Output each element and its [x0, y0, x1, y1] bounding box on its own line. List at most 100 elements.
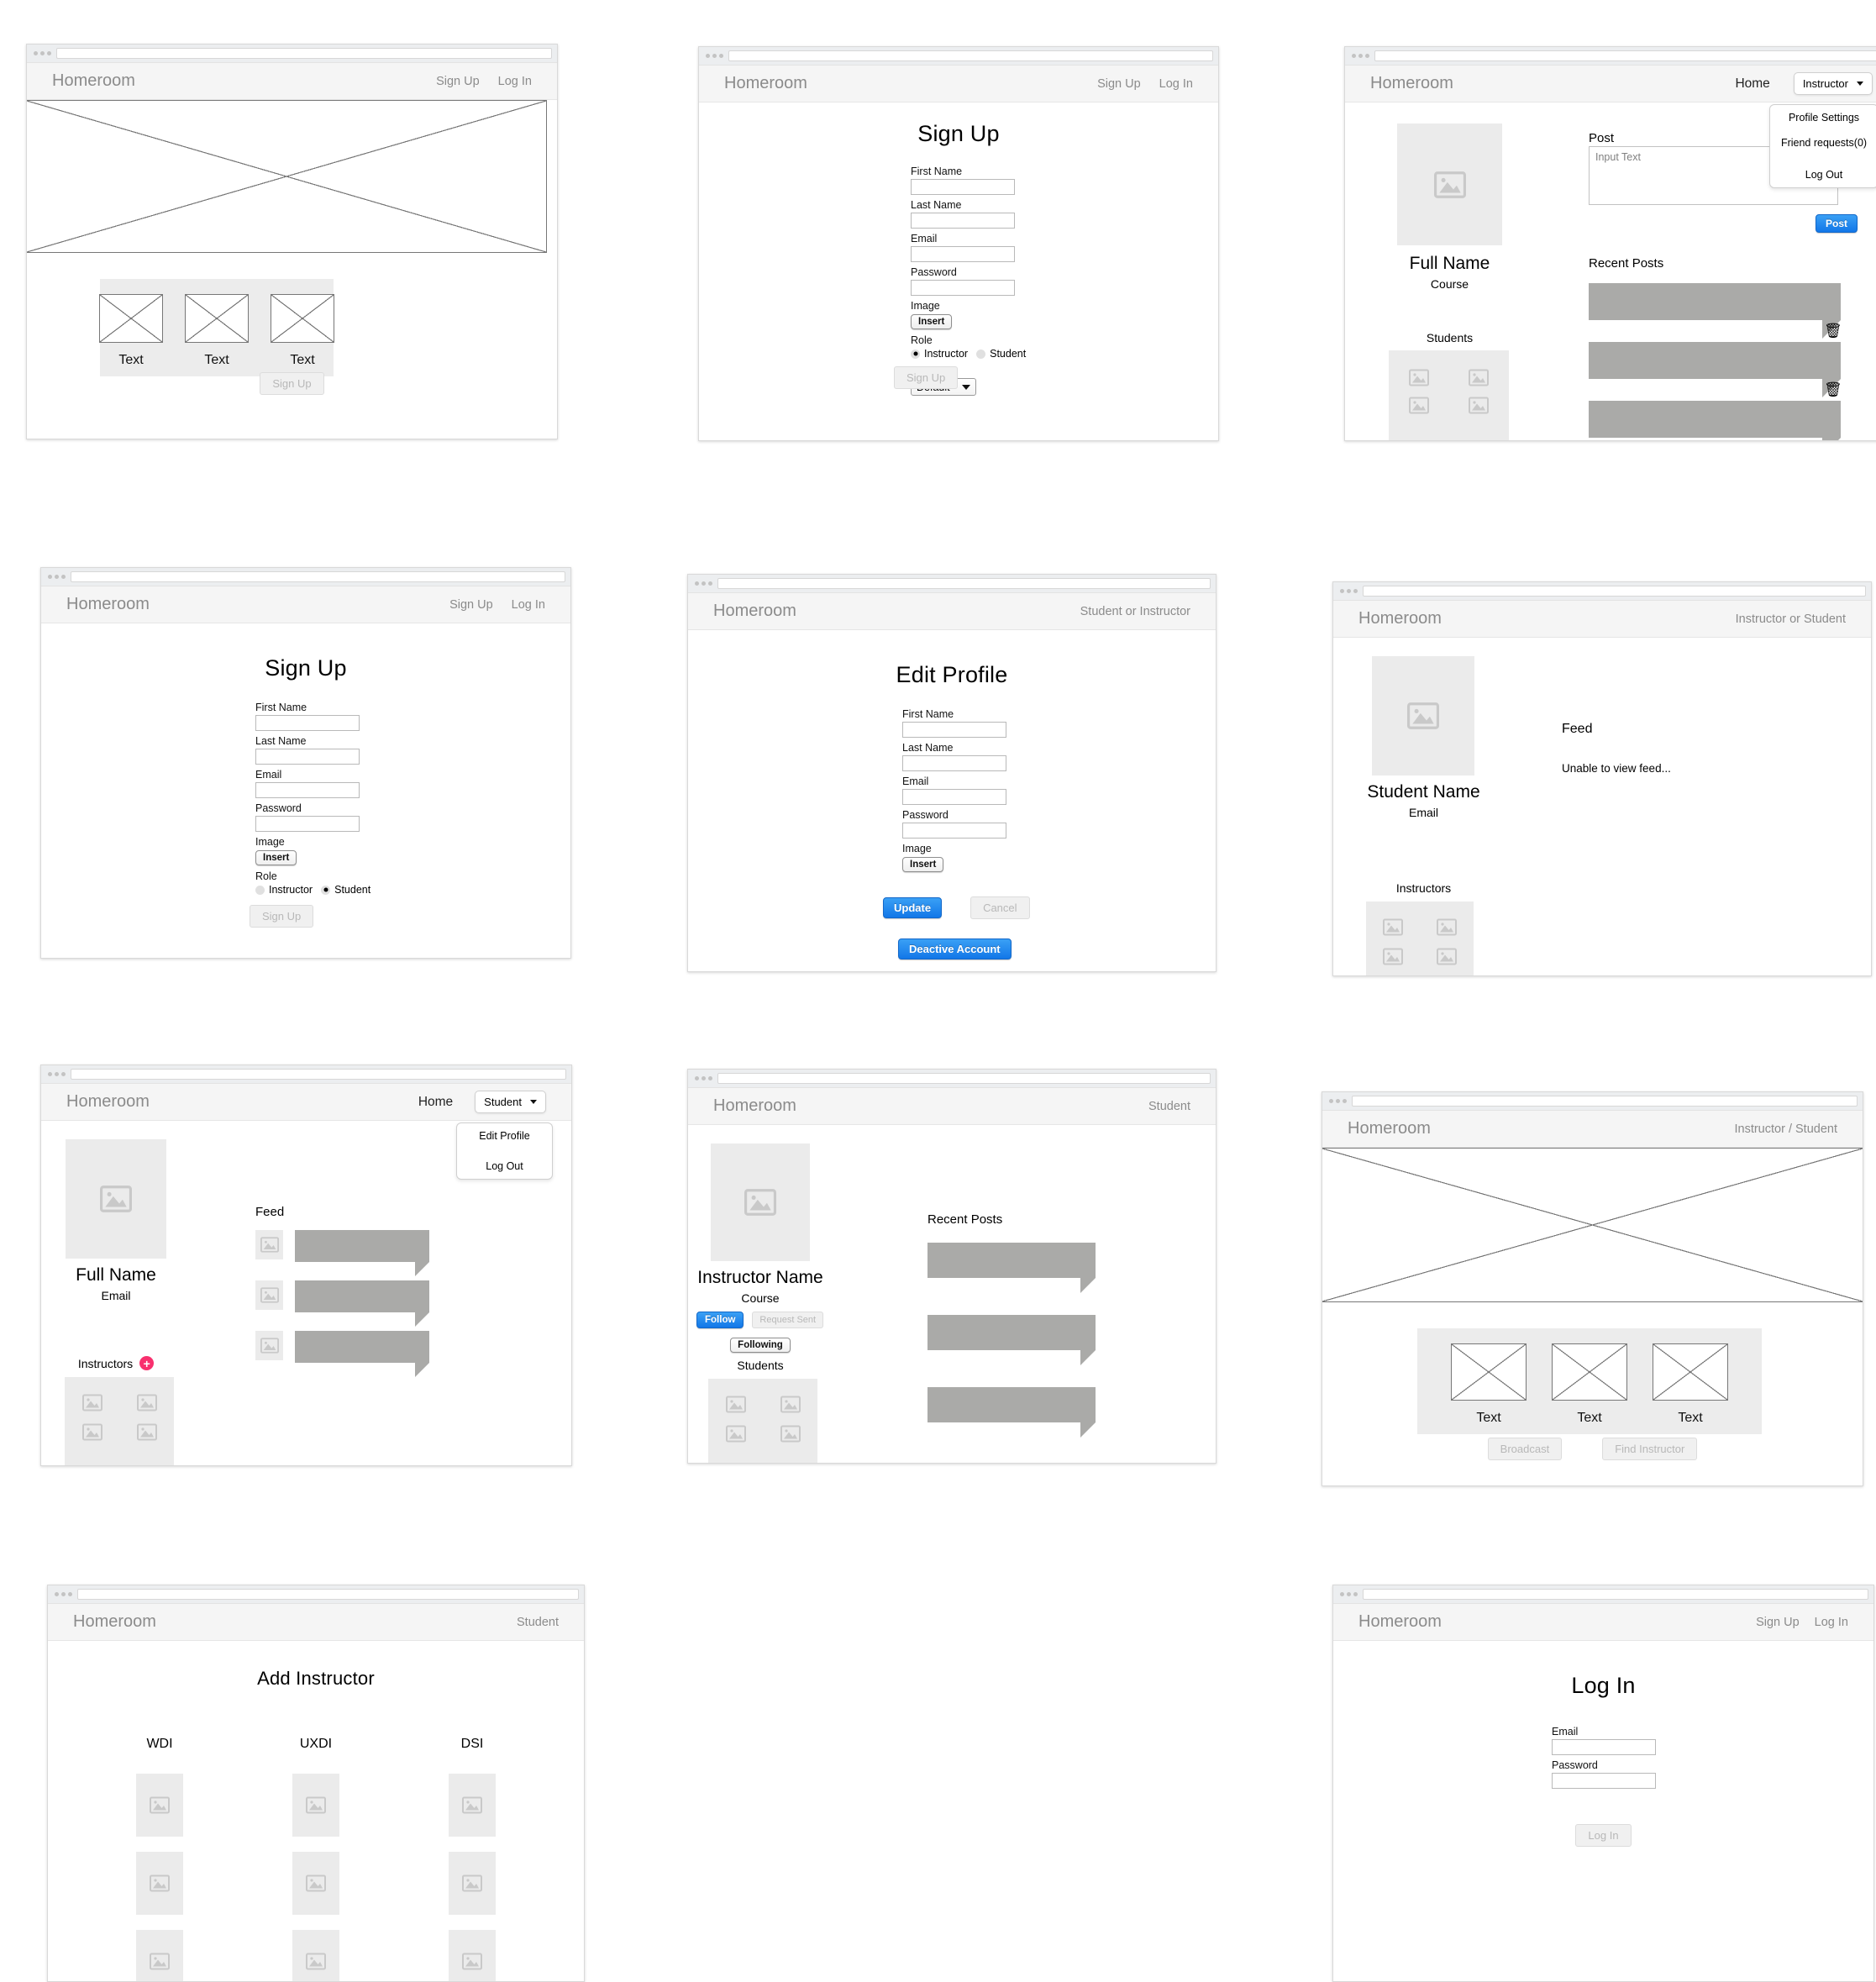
menu-item-log-out[interactable]: Log Out: [1770, 155, 1876, 187]
nav-signup-link[interactable]: Sign Up: [449, 598, 493, 612]
feature-tile[interactable]: Text: [1653, 1343, 1728, 1426]
brand-logo[interactable]: Homeroom: [66, 595, 150, 614]
nav-login-link[interactable]: Log In: [512, 598, 545, 612]
brand-logo[interactable]: Homeroom: [1358, 609, 1442, 628]
image-placeholder-icon[interactable]: [1383, 948, 1403, 965]
feature-tile[interactable]: Text: [185, 294, 249, 368]
instructor-card[interactable]: [136, 1774, 183, 1837]
address-bar[interactable]: [1363, 586, 1866, 597]
brand-logo[interactable]: Homeroom: [724, 74, 807, 93]
menu-item-profile-settings[interactable]: Profile Settings: [1770, 105, 1876, 130]
image-placeholder-icon[interactable]: [136, 1394, 157, 1412]
follow-button[interactable]: Follow: [696, 1312, 744, 1328]
instructor-card[interactable]: [292, 1774, 339, 1837]
image-placeholder-icon[interactable]: [136, 1423, 157, 1441]
image-placeholder-icon[interactable]: [725, 1396, 746, 1413]
password-input[interactable]: [1552, 1773, 1656, 1789]
feature-tile[interactable]: Text: [99, 294, 163, 368]
nav-signup-link[interactable]: Sign Up: [1756, 1616, 1800, 1629]
nav-login-link[interactable]: Log In: [498, 75, 532, 88]
first-name-input[interactable]: [911, 179, 1015, 195]
brand-logo[interactable]: Homeroom: [52, 71, 135, 91]
first-name-input[interactable]: [902, 722, 1006, 738]
role-radio-student[interactable]: Student: [976, 348, 1026, 360]
feed-author-avatar[interactable]: [255, 1230, 283, 1259]
password-input[interactable]: [911, 280, 1015, 296]
role-menu-toggle[interactable]: Instructor: [1793, 72, 1873, 95]
email-input[interactable]: [255, 782, 360, 798]
image-placeholder-icon[interactable]: [81, 1423, 102, 1441]
brand-logo[interactable]: Homeroom: [73, 1612, 156, 1632]
image-placeholder-icon[interactable]: [780, 1396, 801, 1413]
cancel-button[interactable]: Cancel: [970, 896, 1030, 919]
insert-image-button[interactable]: Insert: [911, 314, 953, 329]
brand-logo[interactable]: Homeroom: [1348, 1119, 1431, 1138]
instructor-card[interactable]: [449, 1930, 496, 1981]
image-placeholder-icon[interactable]: [780, 1425, 801, 1443]
brand-logo[interactable]: Homeroom: [713, 602, 796, 621]
menu-item-edit-profile[interactable]: Edit Profile: [457, 1123, 552, 1149]
signup-submit-button[interactable]: Sign Up: [250, 905, 314, 928]
address-bar[interactable]: [728, 50, 1213, 61]
image-placeholder-icon[interactable]: [1383, 918, 1403, 936]
insert-image-button[interactable]: Insert: [902, 857, 944, 872]
image-placeholder-icon[interactable]: [1408, 397, 1429, 414]
address-bar[interactable]: [1374, 50, 1876, 61]
password-input[interactable]: [255, 816, 360, 832]
brand-logo[interactable]: Homeroom: [1370, 74, 1453, 93]
feed-author-avatar[interactable]: [255, 1331, 283, 1360]
image-placeholder-icon[interactable]: [1408, 369, 1429, 386]
address-bar[interactable]: [717, 578, 1211, 589]
password-input[interactable]: [902, 823, 1006, 839]
instructor-card[interactable]: [292, 1852, 339, 1915]
request-sent-button[interactable]: Request Sent: [752, 1312, 824, 1328]
post-submit-button[interactable]: Post: [1816, 214, 1858, 233]
nav-signup-link[interactable]: Sign Up: [1097, 77, 1141, 91]
signup-submit-button[interactable]: Sign Up: [894, 366, 959, 389]
instructor-card[interactable]: [449, 1852, 496, 1915]
image-placeholder-icon[interactable]: [725, 1425, 746, 1443]
last-name-input[interactable]: [902, 755, 1006, 771]
image-placeholder-icon[interactable]: [1437, 918, 1457, 936]
first-name-input[interactable]: [255, 715, 360, 731]
add-instructor-button[interactable]: +: [139, 1356, 155, 1370]
role-menu-toggle[interactable]: Student: [475, 1091, 546, 1113]
address-bar[interactable]: [56, 48, 552, 59]
email-input[interactable]: [902, 789, 1006, 805]
delete-post-button[interactable]: 🗑: [1824, 382, 1842, 397]
nav-login-link[interactable]: Log In: [1815, 1616, 1848, 1629]
address-bar[interactable]: [1352, 1096, 1858, 1107]
role-radio-student[interactable]: Student: [321, 884, 370, 896]
instructor-card[interactable]: [136, 1930, 183, 1981]
feed-author-avatar[interactable]: [255, 1280, 283, 1310]
deactivate-account-button[interactable]: Deactive Account: [898, 938, 1012, 959]
email-input[interactable]: [1552, 1739, 1656, 1755]
feature-tile[interactable]: Text: [1451, 1343, 1527, 1426]
nav-home-link[interactable]: Home: [1735, 76, 1769, 92]
feature-tile[interactable]: Text: [271, 294, 334, 368]
brand-logo[interactable]: Homeroom: [1358, 1612, 1442, 1632]
image-placeholder-icon[interactable]: [1469, 397, 1490, 414]
image-placeholder-icon[interactable]: [1469, 369, 1490, 386]
role-radio-instructor[interactable]: Instructor: [255, 884, 313, 896]
email-input[interactable]: [911, 246, 1015, 262]
address-bar[interactable]: [71, 1069, 566, 1080]
nav-login-link[interactable]: Log In: [1159, 77, 1193, 91]
last-name-input[interactable]: [255, 749, 360, 765]
image-placeholder-icon[interactable]: [81, 1394, 102, 1412]
delete-post-button[interactable]: 🗑: [1824, 323, 1842, 338]
address-bar[interactable]: [77, 1589, 579, 1600]
instructor-card[interactable]: [449, 1774, 496, 1837]
following-button[interactable]: Following: [730, 1338, 791, 1353]
last-name-input[interactable]: [911, 213, 1015, 229]
menu-item-log-out[interactable]: Log Out: [457, 1149, 552, 1179]
login-submit-button[interactable]: Log In: [1575, 1824, 1632, 1847]
nav-signup-link[interactable]: Sign Up: [436, 75, 480, 88]
broadcast-button[interactable]: Broadcast: [1487, 1438, 1563, 1460]
nav-home-link[interactable]: Home: [418, 1095, 453, 1110]
address-bar[interactable]: [71, 571, 565, 582]
update-button[interactable]: Update: [883, 897, 943, 918]
insert-image-button[interactable]: Insert: [255, 850, 297, 865]
address-bar[interactable]: [1363, 1589, 1868, 1600]
image-placeholder-icon[interactable]: [1437, 948, 1457, 965]
